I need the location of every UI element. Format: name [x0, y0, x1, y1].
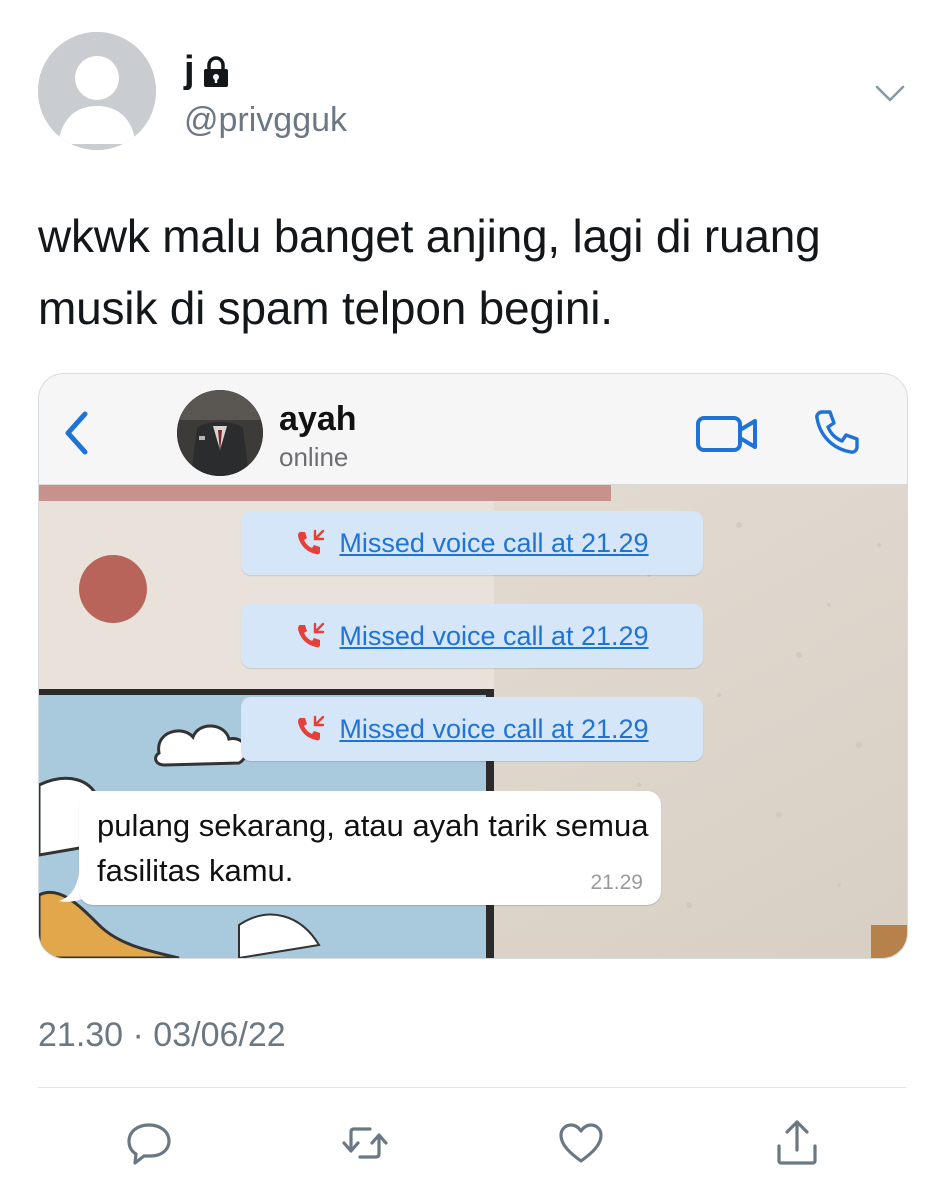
divider	[38, 1087, 906, 1088]
missed-call-bubble[interactable]: Missed voice call at 21.29	[241, 511, 703, 575]
tweet-text: wkwk malu banget anjing, lagi di ruang m…	[38, 210, 821, 334]
video-call-icon[interactable]	[695, 414, 759, 454]
default-avatar-icon	[38, 32, 156, 150]
heart-icon[interactable]	[556, 1118, 606, 1168]
contact-photo	[177, 390, 263, 476]
incoming-message-bubble[interactable]: pulang sekarang, atau ayah tarik semua f…	[79, 791, 661, 905]
missed-call-text[interactable]: Missed voice call at 21.29	[339, 714, 648, 745]
chat-area: Missed voice call at 21.29 Missed voice …	[39, 485, 907, 958]
missed-call-icon	[298, 622, 325, 648]
tweet-media-image[interactable]: ayah online Missed voice call at 21.29 M…	[38, 373, 908, 959]
contact-avatar[interactable]	[177, 390, 263, 476]
chat-header: ayah online	[39, 374, 907, 485]
reply-icon[interactable]	[124, 1118, 174, 1168]
missed-call-icon	[298, 715, 325, 741]
missed-call-text[interactable]: Missed voice call at 21.29	[339, 621, 648, 652]
retweet-icon[interactable]	[340, 1118, 390, 1168]
chevron-down-icon[interactable]	[874, 82, 906, 106]
profile-avatar[interactable]	[38, 32, 156, 150]
missed-call-icon	[298, 529, 325, 555]
chevron-left-icon[interactable]	[59, 408, 93, 458]
missed-call-text[interactable]: Missed voice call at 21.29	[339, 528, 648, 559]
user-handle[interactable]: @privgguk	[184, 100, 347, 140]
missed-call-bubble[interactable]: Missed voice call at 21.29	[241, 697, 703, 761]
display-name[interactable]: j	[184, 48, 231, 92]
contact-name[interactable]: ayah	[279, 400, 357, 439]
tweet-timestamp[interactable]: 21.30 · 03/06/22	[38, 1016, 286, 1055]
message-time: 21.29	[590, 871, 643, 894]
contact-status: online	[279, 442, 349, 472]
share-icon[interactable]	[772, 1118, 822, 1168]
phone-icon[interactable]	[813, 408, 861, 456]
display-name-text: j	[184, 49, 195, 91]
missed-call-bubble[interactable]: Missed voice call at 21.29	[241, 604, 703, 668]
lock-icon	[203, 56, 228, 87]
message-text: pulang sekarang, atau ayah tarik semua f…	[97, 808, 649, 888]
